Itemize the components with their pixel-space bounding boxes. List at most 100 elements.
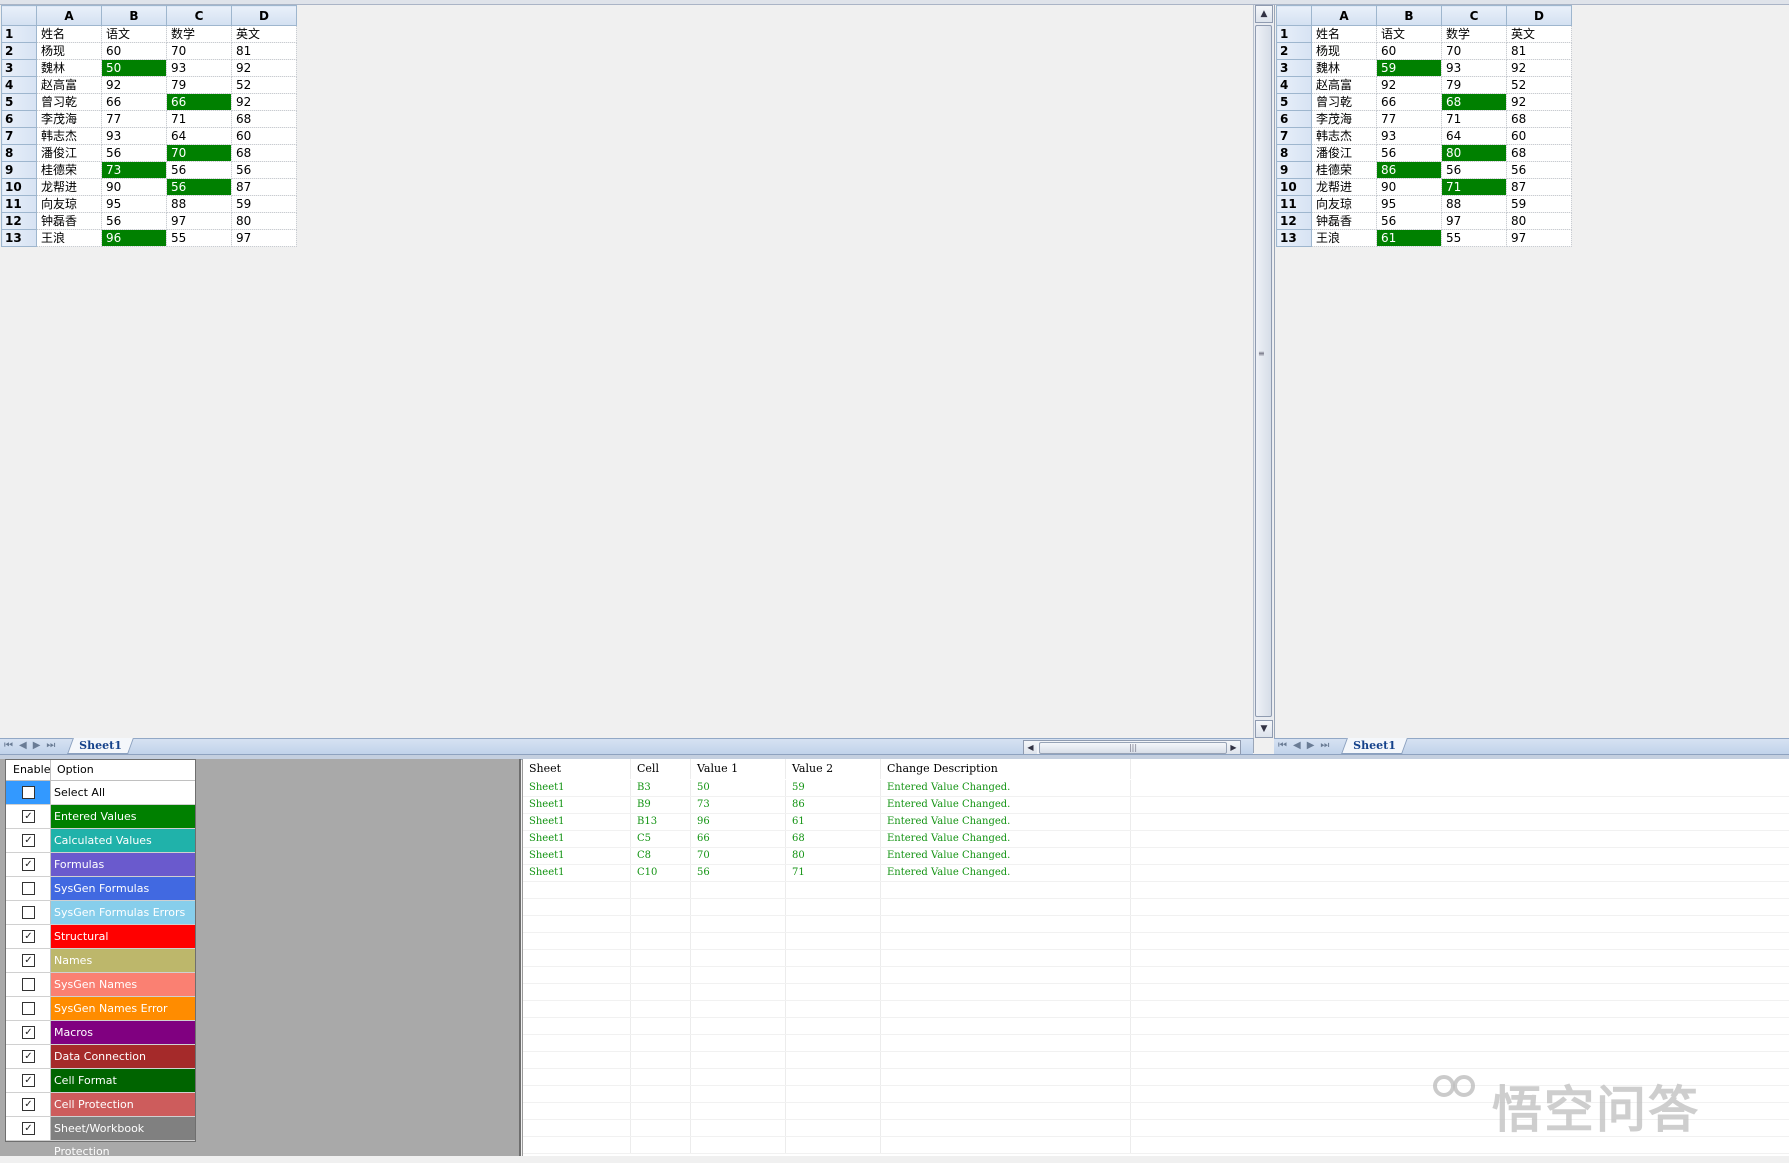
header-value-2[interactable]: Value 2: [786, 759, 881, 779]
row-header[interactable]: 1: [1276, 25, 1312, 43]
enable-cell[interactable]: [6, 997, 51, 1020]
cell-c1[interactable]: 数学: [166, 25, 232, 43]
checkbox-unchecked-icon[interactable]: [22, 1002, 35, 1015]
cell-d8[interactable]: 68: [231, 144, 297, 162]
change-row[interactable]: Sheet1 B3 50 59 Entered Value Changed.: [523, 780, 1789, 797]
cell-b12[interactable]: 56: [1376, 212, 1442, 230]
cell-d9[interactable]: 56: [1506, 161, 1572, 179]
cell-a6[interactable]: 李茂海: [36, 110, 102, 128]
row-header[interactable]: 11: [1, 195, 37, 213]
checkbox-unchecked-icon[interactable]: [22, 906, 35, 919]
enable-cell[interactable]: ✓: [6, 853, 51, 876]
cell-b2[interactable]: 60: [1376, 42, 1442, 60]
cell-a9[interactable]: 桂德荣: [36, 161, 102, 179]
cell-d13[interactable]: 97: [1506, 229, 1572, 247]
cell-a1[interactable]: 姓名: [1311, 25, 1377, 43]
select-all-corner[interactable]: [1, 5, 37, 26]
cell-a7[interactable]: 韩志杰: [1311, 127, 1377, 145]
option-row[interactable]: SysGen Formulas Errors: [6, 901, 195, 925]
cell-c2[interactable]: 70: [166, 42, 232, 60]
cell-b6[interactable]: 77: [1376, 110, 1442, 128]
cell-a2[interactable]: 杨现: [1311, 42, 1377, 60]
checkbox-checked-icon[interactable]: ✓: [22, 1074, 35, 1087]
horizontal-scroll-thumb[interactable]: |||: [1039, 742, 1227, 754]
scroll-left-arrow-icon[interactable]: ◀: [1024, 741, 1037, 754]
checkbox-unchecked-icon[interactable]: [22, 978, 35, 991]
enable-cell[interactable]: ✓: [6, 1069, 51, 1092]
right-workbook-pane[interactable]: ABCD 1 姓名 语文 数学 英文 2 杨现 60 70 81 3 魏林 59 93 92 4 赵高富 92 79…: [1274, 5, 1789, 753]
option-row[interactable]: ✓ Calculated Values: [6, 829, 195, 853]
row-header[interactable]: 1: [1, 25, 37, 43]
cell-b3[interactable]: 59: [1376, 59, 1442, 77]
cell-b13[interactable]: 61: [1376, 229, 1442, 247]
row-header[interactable]: 12: [1276, 212, 1312, 230]
row-header[interactable]: 4: [1, 76, 37, 94]
checkbox-unchecked-icon[interactable]: [22, 786, 35, 799]
checkbox-checked-icon[interactable]: ✓: [22, 858, 35, 871]
enable-cell[interactable]: ✓: [6, 1117, 51, 1140]
row-header[interactable]: 2: [1, 42, 37, 60]
row-header[interactable]: 10: [1, 178, 37, 196]
cell-b7[interactable]: 93: [1376, 127, 1442, 145]
cell-d10[interactable]: 87: [231, 178, 297, 196]
cell-b10[interactable]: 90: [101, 178, 167, 196]
option-row[interactable]: SysGen Names Error: [6, 997, 195, 1021]
cell-d6[interactable]: 68: [231, 110, 297, 128]
cell-b10[interactable]: 90: [1376, 178, 1442, 196]
header-change-description[interactable]: Change Description: [881, 759, 1131, 779]
cell-a8[interactable]: 潘俊江: [36, 144, 102, 162]
cell-a2[interactable]: 杨现: [36, 42, 102, 60]
cell-d4[interactable]: 52: [1506, 76, 1572, 94]
column-header-d[interactable]: D: [231, 5, 297, 26]
option-row[interactable]: ✓ Cell Protection: [6, 1093, 195, 1117]
cell-d5[interactable]: 92: [1506, 93, 1572, 111]
cell-c13[interactable]: 55: [166, 229, 232, 247]
row-header[interactable]: 9: [1276, 161, 1312, 179]
column-header-a[interactable]: A: [36, 5, 102, 26]
row-header[interactable]: 3: [1, 59, 37, 77]
cell-a10[interactable]: 龙帮进: [1311, 178, 1377, 196]
cell-b13[interactable]: 96: [101, 229, 167, 247]
row-header[interactable]: 7: [1276, 127, 1312, 145]
cell-c12[interactable]: 97: [166, 212, 232, 230]
row-header[interactable]: 2: [1276, 42, 1312, 60]
cell-d7[interactable]: 60: [1506, 127, 1572, 145]
left-horizontal-scrollbar[interactable]: ◀ ||| ▶: [1023, 740, 1241, 755]
checkbox-checked-icon[interactable]: ✓: [22, 930, 35, 943]
option-row[interactable]: Select All: [6, 781, 195, 805]
cell-c7[interactable]: 64: [1441, 127, 1507, 145]
cell-a1[interactable]: 姓名: [36, 25, 102, 43]
cell-d3[interactable]: 92: [1506, 59, 1572, 77]
row-header[interactable]: 10: [1276, 178, 1312, 196]
cell-b2[interactable]: 60: [101, 42, 167, 60]
row-header[interactable]: 8: [1276, 144, 1312, 162]
cell-d12[interactable]: 80: [231, 212, 297, 230]
cell-c7[interactable]: 64: [166, 127, 232, 145]
header-cell[interactable]: Cell: [631, 759, 691, 779]
cell-d2[interactable]: 81: [231, 42, 297, 60]
enable-cell[interactable]: [6, 901, 51, 924]
sheet-nav-arrows-icon[interactable]: ⏮◀▶⏭: [1278, 740, 1335, 751]
row-header[interactable]: 3: [1276, 59, 1312, 77]
checkbox-checked-icon[interactable]: ✓: [22, 1050, 35, 1063]
enable-cell[interactable]: ✓: [6, 949, 51, 972]
option-row[interactable]: SysGen Names: [6, 973, 195, 997]
cell-b5[interactable]: 66: [101, 93, 167, 111]
row-header[interactable]: 6: [1, 110, 37, 128]
cell-d9[interactable]: 56: [231, 161, 297, 179]
cell-a11[interactable]: 向友琼: [36, 195, 102, 213]
cell-b1[interactable]: 语文: [101, 25, 167, 43]
scroll-up-arrow-icon[interactable]: ▲: [1255, 5, 1273, 23]
cell-c10[interactable]: 56: [166, 178, 232, 196]
checkbox-checked-icon[interactable]: ✓: [22, 1098, 35, 1111]
cell-a12[interactable]: 钟磊香: [36, 212, 102, 230]
option-row[interactable]: ✓ Formulas: [6, 853, 195, 877]
cell-d10[interactable]: 87: [1506, 178, 1572, 196]
cell-a6[interactable]: 李茂海: [1311, 110, 1377, 128]
cell-b9[interactable]: 73: [101, 161, 167, 179]
cell-d1[interactable]: 英文: [1506, 25, 1572, 43]
cell-d2[interactable]: 81: [1506, 42, 1572, 60]
cell-b7[interactable]: 93: [101, 127, 167, 145]
cell-c5[interactable]: 68: [1441, 93, 1507, 111]
left-sheet-grid[interactable]: ABCD 1 姓名 语文 数学 英文 2 杨现 60 70 81 3 魏林 50 93 92 4 赵高富 92 79…: [1, 5, 297, 247]
